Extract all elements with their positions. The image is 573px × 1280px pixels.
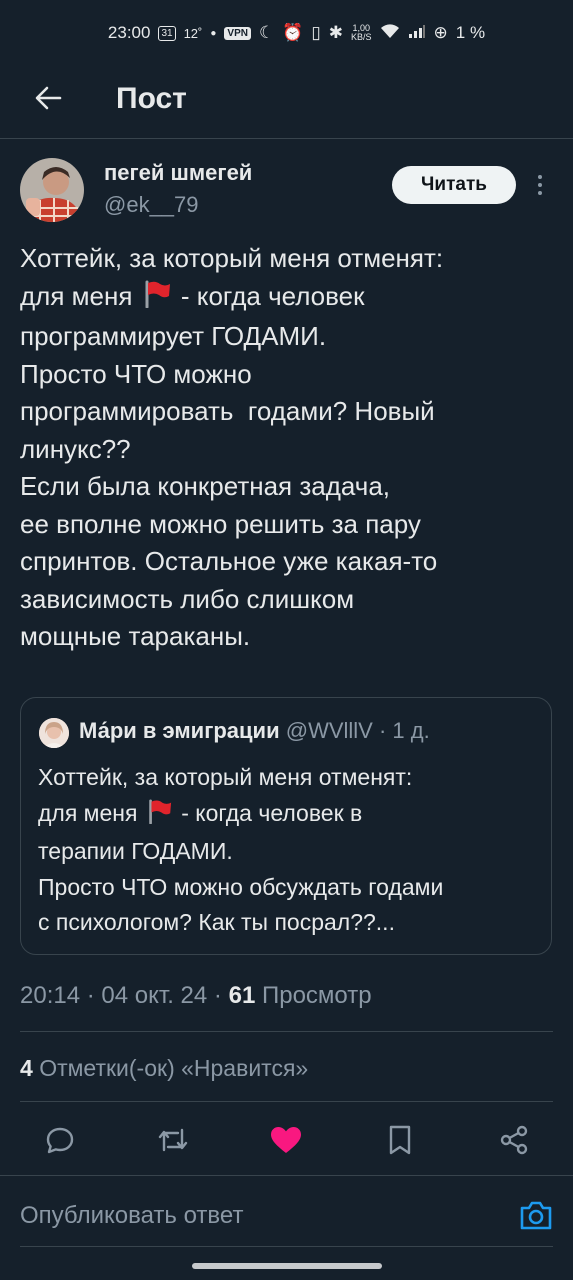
tweet-line: Просто ЧТО можно [20,358,252,389]
battery-icon: ⊕ [433,23,448,42]
home-indicator[interactable] [192,1263,382,1269]
likes-summary[interactable]: 4 Отметки(-ок) «Нравится» [20,1055,308,1082]
reply-icon [46,1127,74,1154]
quoted-header: Ма́ри в эмиграции @WVlllV · 1 д. [79,718,430,744]
like-button[interactable] [264,1118,308,1162]
tweet-line: для меня - когда человек [20,278,555,319]
more-options-button[interactable] [530,170,550,200]
action-bar [0,1118,573,1162]
likes-count: 4 [20,1055,33,1081]
back-button[interactable] [30,80,66,116]
views-label[interactable]: Просмотр [262,982,372,1009]
moon-icon: ☾ [258,23,275,42]
tweet-line: программирует ГОДАМИ. [20,321,327,351]
reply-underline [20,1246,553,1247]
quoted-author-handle: @WVlllV [285,718,373,743]
tweet-line: Если была конкретная задача, [20,471,391,501]
tweet-line: мощные тараканы. [20,621,251,651]
tweet-line: линукс?? [20,433,131,464]
divider [0,1175,573,1176]
author-handle[interactable]: @ek__79 [104,192,199,218]
retweet-button[interactable] [151,1118,195,1162]
page-title: Пост [116,82,187,115]
quoted-line: Просто ЧТО можно обсуждать годами [38,873,444,900]
bookmark-icon [389,1125,411,1155]
camera-button[interactable] [516,1196,556,1236]
tweet-line: зависимость либо слишком [20,583,355,614]
net-speed: 1,00 KB/S [351,23,372,42]
red-flag-emoji [146,798,173,835]
bluetooth-icon: ✱ [328,23,344,42]
top-bar: Пост [0,66,573,139]
alarm-icon: ⏰ [282,23,304,42]
quoted-line: терапии ГОДАМИ. [38,838,233,864]
bookmark-button[interactable] [378,1118,422,1162]
views-count: 61 [228,982,256,1009]
tweet-date: 04 окт. 24 [101,982,208,1009]
tweet-line: программировать годами? Новый [20,396,435,426]
more-vertical-icon [538,175,542,195]
dot-icon: ● [210,27,217,39]
tweet-text: Хоттейк, за который меня отменят: для ме… [20,240,555,656]
quoted-author-name: Ма́ри в эмиграции [79,718,280,743]
quoted-tweet[interactable]: Ма́ри в эмиграции @WVlllV · 1 д. Хоттейк… [20,697,552,955]
retweet-icon [158,1128,188,1152]
share-icon [500,1125,528,1155]
calendar-icon: 31 [158,25,176,41]
wifi-icon [380,23,400,44]
tweet-line: спринтов. Остальное уже какая-то [20,546,438,576]
quoted-line: для меня - когда человек в [38,796,443,835]
reply-input[interactable] [20,1196,500,1236]
vpn-badge: VPN [224,26,251,40]
author-name[interactable]: пегей шмегей [104,160,252,186]
divider [20,1101,553,1102]
divider [20,1031,553,1032]
status-time: 23:00 [107,23,151,42]
signal-icon [408,23,426,44]
quoted-author-avatar [39,718,69,748]
share-button[interactable] [492,1118,536,1162]
tweet-time: 20:14 [20,982,81,1009]
tweet-line: Хоттейк, за который меня отменят: [20,243,444,273]
reply-button[interactable] [38,1118,82,1162]
author-avatar[interactable] [20,158,84,222]
camera-icon [520,1201,552,1230]
quoted-line: Хоттейк, за который меня отменят: [38,764,413,790]
heart-icon [271,1127,301,1153]
red-flag-emoji [142,280,172,319]
back-arrow-icon [35,86,62,110]
likes-label: Отметки(-ок) «Нравится» [39,1055,309,1081]
tweet-meta: 20:14 · 04 окт. 24 · 61 Просмотр [20,982,372,1009]
vibrate-icon: ▯ [311,23,321,42]
temperature: 12˚ [183,25,203,41]
quoted-text: Хоттейк, за который меня отменят: для ме… [38,760,443,941]
tweet-line: ее вполне можно решить за пару [20,508,421,539]
follow-button[interactable]: Читать [392,166,516,204]
status-bar: 23:00 31 12˚ ● VPN ☾ ⏰ ▯ ✱ 1,00 KB/S ⊕ 1… [0,0,573,66]
quoted-time: · 1 д. [378,718,430,743]
battery-text: 1 % [455,23,486,42]
quoted-line: с психологом? Как ты посрал??... [38,909,395,935]
